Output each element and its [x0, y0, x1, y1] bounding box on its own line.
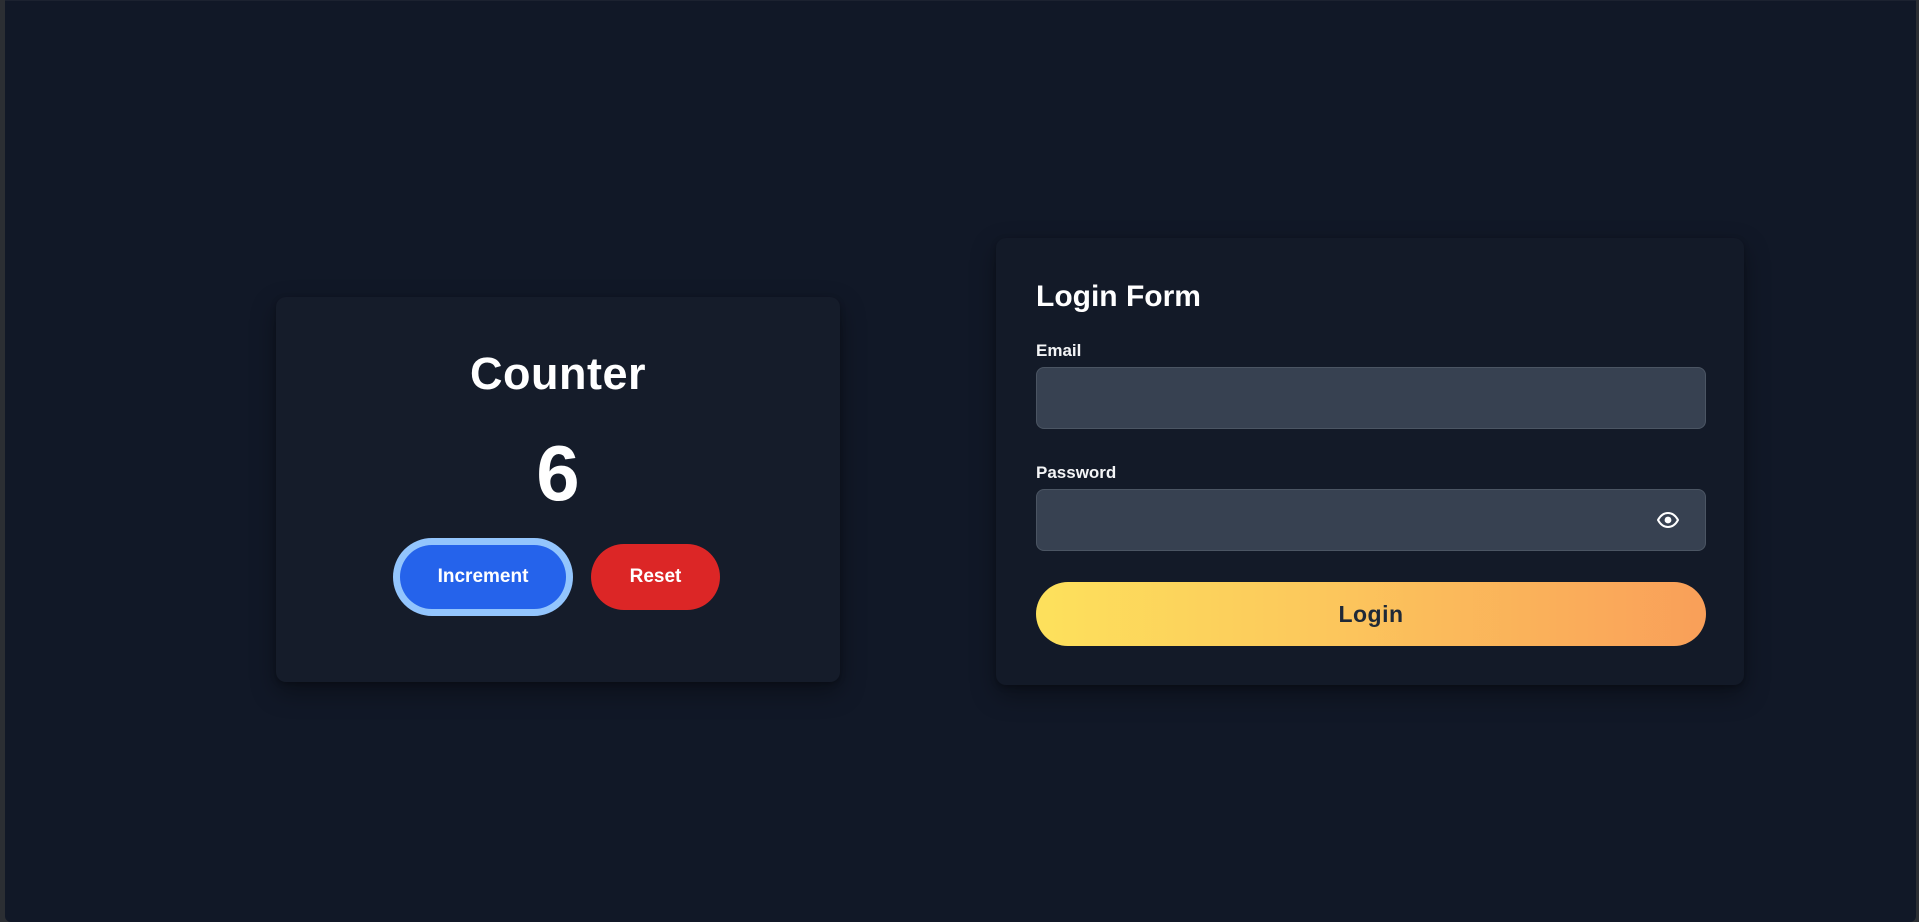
email-field[interactable]: [1036, 367, 1706, 429]
login-title: Login Form: [1036, 280, 1201, 313]
app-viewport: Counter 6 Increment Reset Login Form Ema…: [5, 0, 1916, 922]
increment-button[interactable]: Increment: [396, 541, 570, 613]
counter-card: Counter 6 Increment Reset: [276, 297, 840, 682]
login-button[interactable]: Login: [1036, 582, 1706, 646]
reset-button[interactable]: Reset: [591, 544, 720, 610]
eye-icon[interactable]: [1656, 510, 1680, 530]
password-field[interactable]: [1036, 489, 1706, 551]
login-card: Login Form Email Password Login: [996, 238, 1744, 685]
email-label: Email: [1036, 341, 1082, 360]
counter-title: Counter: [470, 348, 646, 399]
password-label: Password: [1036, 463, 1117, 482]
counter-button-row: Increment Reset: [276, 538, 840, 617]
counter-value: 6: [536, 429, 580, 517]
